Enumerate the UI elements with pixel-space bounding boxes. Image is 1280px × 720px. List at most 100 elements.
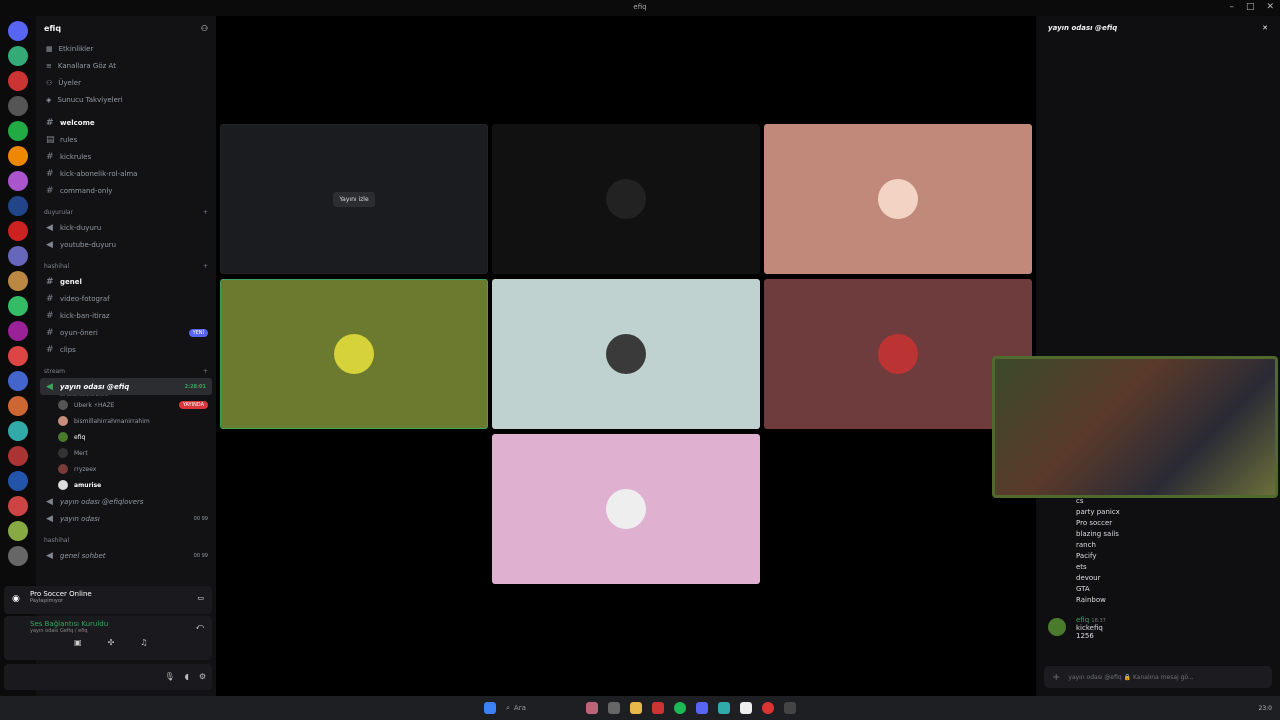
add-channel-icon[interactable]: + bbox=[203, 368, 208, 375]
app-icon[interactable] bbox=[652, 702, 664, 714]
server-icon[interactable] bbox=[8, 396, 28, 416]
app-icon[interactable] bbox=[718, 702, 730, 714]
message-input[interactable]: + yayın odası @efiq 🔒 Kanalına mesaj gö.… bbox=[1044, 666, 1272, 688]
app-icon[interactable] bbox=[740, 702, 752, 714]
app-icon[interactable] bbox=[586, 702, 598, 714]
close-icon[interactable]: ✕ bbox=[1262, 24, 1268, 32]
category-hashihal[interactable]: hashihal + bbox=[36, 259, 216, 273]
participant-tile[interactable] bbox=[764, 124, 1032, 274]
screen-share-icon[interactable]: ▭ bbox=[197, 594, 204, 602]
nav-item[interactable]: ◈ Sunucu Takviyeleri bbox=[36, 91, 216, 108]
server-icon[interactable] bbox=[8, 46, 28, 66]
activities-icon[interactable]: ✣ bbox=[108, 638, 115, 647]
participant-tile[interactable] bbox=[492, 434, 760, 584]
channel-genel[interactable]: # genel bbox=[36, 273, 216, 290]
server-icon[interactable] bbox=[8, 246, 28, 266]
voice-channel-genel-sohbet[interactable]: ◀ genel sohbet 00 99 bbox=[36, 547, 216, 564]
server-icon[interactable] bbox=[8, 296, 28, 316]
maximize-icon[interactable]: □ bbox=[1246, 2, 1255, 12]
nav-item[interactable]: ⚇ Üyeler bbox=[36, 74, 216, 91]
server-icon[interactable] bbox=[8, 171, 28, 191]
announce-icon: ◀ bbox=[46, 222, 53, 233]
channel-command-only[interactable]: # command-only bbox=[36, 182, 216, 199]
taskbar-search[interactable]: ⌕ Ara bbox=[506, 704, 576, 713]
minimize-icon[interactable]: – bbox=[1229, 2, 1234, 12]
folder-icon[interactable] bbox=[630, 702, 642, 714]
soundboard-icon[interactable]: ♫ bbox=[140, 638, 147, 647]
voice-user[interactable]: bismillahirrahmanirrahim bbox=[36, 413, 216, 429]
category-duyurular[interactable]: duyurular + bbox=[36, 205, 216, 219]
plus-icon[interactable]: + bbox=[1052, 672, 1060, 683]
server-icon[interactable] bbox=[8, 196, 28, 216]
server-icon[interactable] bbox=[8, 71, 28, 91]
server-icon[interactable] bbox=[8, 321, 28, 341]
channel-kick-abonelik[interactable]: # kick-abonelik-rol-alma bbox=[36, 165, 216, 182]
voice-user[interactable]: rryzeex bbox=[36, 461, 216, 477]
channel-oyun-oneri[interactable]: # oyun-öneri YENİ bbox=[36, 324, 216, 341]
channel-welcome[interactable]: # welcome bbox=[36, 114, 216, 131]
channel-youtube-duyuru[interactable]: ◀ youtube-duyuru bbox=[36, 236, 216, 253]
app-icon[interactable] bbox=[608, 702, 620, 714]
settings-icon[interactable]: ⚙ bbox=[199, 672, 206, 681]
mic-icon[interactable]: 🎙 bbox=[164, 672, 174, 681]
close-icon[interactable]: ✕ bbox=[1266, 2, 1274, 12]
channel-rules[interactable]: ▤ rules bbox=[36, 131, 216, 148]
nav-item[interactable]: ▦ Etkinlikler bbox=[36, 40, 216, 57]
voice-user[interactable]: efiq bbox=[36, 429, 216, 445]
server-icon[interactable] bbox=[8, 471, 28, 491]
server-icon[interactable] bbox=[8, 346, 28, 366]
spotify-icon[interactable] bbox=[674, 702, 686, 714]
voice-channel-active[interactable]: ◀ yayın odası @efiq 2:28:01 bbox=[40, 378, 212, 395]
clock[interactable]: 23:0 bbox=[1259, 705, 1272, 712]
app-icon[interactable] bbox=[784, 702, 796, 714]
channel-kickrules[interactable]: # kickrules bbox=[36, 148, 216, 165]
server-header[interactable]: efiq ⚇ bbox=[36, 16, 216, 40]
channel-kick-ban-itiraz[interactable]: # kick-ban-itiraz bbox=[36, 307, 216, 324]
server-icon[interactable] bbox=[8, 221, 28, 241]
video-stage: Yayını izle bbox=[216, 16, 1036, 696]
channel-video-fotograf[interactable]: # video-fotograf bbox=[36, 290, 216, 307]
nav-item[interactable]: ≡ Kanallara Göz At bbox=[36, 57, 216, 74]
server-icon[interactable] bbox=[8, 521, 28, 541]
start-icon[interactable] bbox=[484, 702, 496, 714]
server-icon[interactable] bbox=[8, 271, 28, 291]
server-icon[interactable] bbox=[8, 496, 28, 516]
channel-kick-duyuru[interactable]: ◀ kick-duyuru bbox=[36, 219, 216, 236]
boost-icon: ◈ bbox=[46, 95, 52, 104]
participant-tile[interactable] bbox=[492, 124, 760, 274]
voice-user[interactable]: Uberk ⚡HAZE YAYINDA bbox=[36, 397, 216, 413]
disconnect-icon[interactable]: ⤺ bbox=[195, 622, 204, 632]
home-icon[interactable] bbox=[8, 21, 28, 41]
add-channel-icon[interactable]: + bbox=[203, 263, 208, 270]
category-hashihal-voice[interactable]: hashihal bbox=[36, 533, 216, 547]
voice-user[interactable]: amurise bbox=[36, 477, 216, 493]
avatar bbox=[334, 334, 374, 374]
server-icon[interactable] bbox=[8, 546, 28, 566]
camera-icon[interactable]: ▣ bbox=[74, 638, 82, 647]
watch-stream-button[interactable]: Yayını izle bbox=[333, 191, 375, 207]
participant-tile[interactable] bbox=[492, 279, 760, 429]
server-icon[interactable] bbox=[8, 446, 28, 466]
activity-panel[interactable]: ◉ Pro Soccer Online Paylaşılmıyor ▭ bbox=[4, 586, 212, 614]
voice-channel[interactable]: ◀ yayın odası @efiqlovers bbox=[36, 493, 216, 510]
nav-list: ▦ Etkinlikler ≡ Kanallara Göz At ⚇ Üyeler ◈… bbox=[36, 40, 216, 108]
server-icon[interactable] bbox=[8, 121, 28, 141]
add-channel-icon[interactable]: + bbox=[203, 209, 208, 216]
message-author[interactable]: efiq bbox=[1076, 616, 1089, 624]
headphones-icon[interactable]: ◖ bbox=[185, 672, 189, 681]
add-user-icon[interactable]: ⚇ bbox=[201, 24, 208, 33]
discord-icon[interactable] bbox=[696, 702, 708, 714]
channel-clips[interactable]: # clips bbox=[36, 341, 216, 358]
participant-tile-speaking[interactable] bbox=[220, 279, 488, 429]
server-icon[interactable] bbox=[8, 96, 28, 116]
stream-tile[interactable]: Yayını izle bbox=[220, 124, 488, 274]
category-stream[interactable]: stream + bbox=[36, 364, 216, 378]
voice-user[interactable]: Mert bbox=[36, 445, 216, 461]
server-icon[interactable] bbox=[8, 371, 28, 391]
server-icon[interactable] bbox=[8, 146, 28, 166]
avatar[interactable] bbox=[1048, 618, 1066, 636]
chrome-icon[interactable] bbox=[762, 702, 774, 714]
avatar bbox=[878, 179, 918, 219]
voice-channel[interactable]: ◀ yayın odası 00 99 bbox=[36, 510, 216, 527]
server-icon[interactable] bbox=[8, 421, 28, 441]
